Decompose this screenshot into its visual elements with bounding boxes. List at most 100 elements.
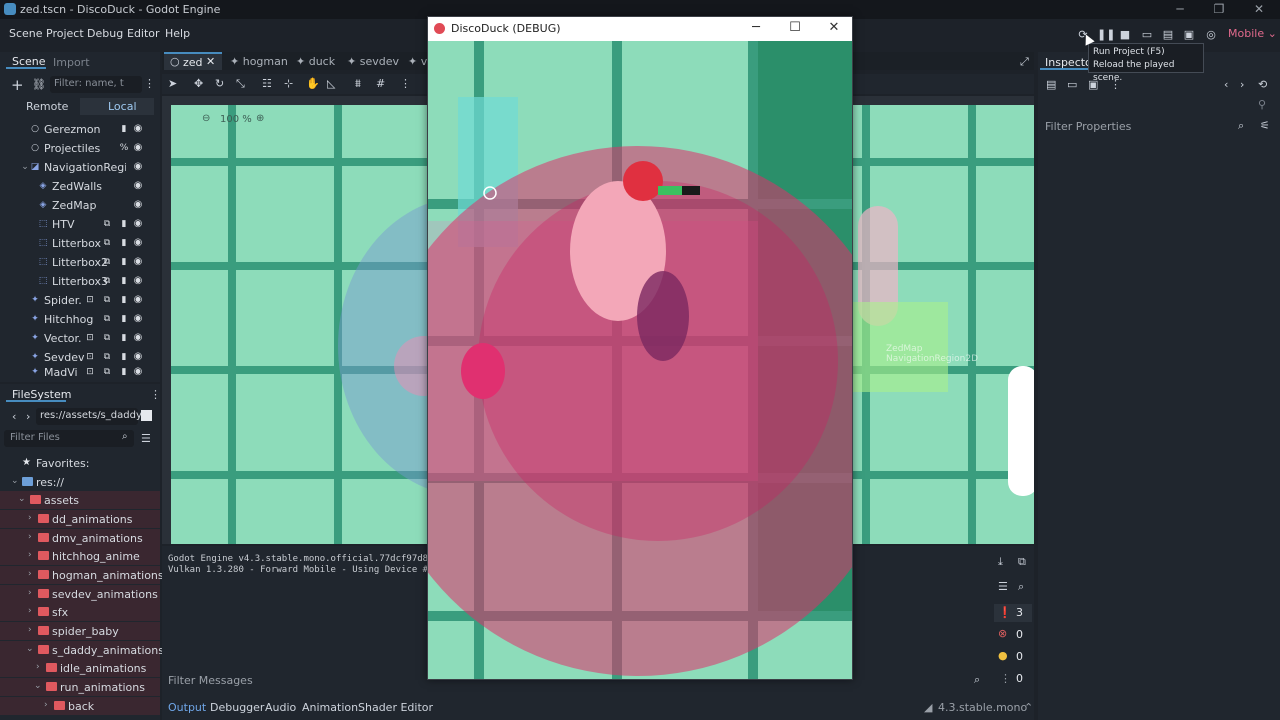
tab-animation[interactable]: Animation <box>302 701 358 714</box>
clear-output-icon[interactable]: ⤓ <box>998 555 1003 569</box>
run-current-scene-icon[interactable]: ▤ <box>1161 28 1175 42</box>
tab-sevdev[interactable]: ✦ sevdev <box>347 55 399 68</box>
renderer-select[interactable]: Mobile ⌄ <box>1228 27 1277 40</box>
open-scene-icon[interactable]: ⊡ <box>84 332 96 344</box>
visibility-eye-icon[interactable]: ◉ <box>132 256 144 268</box>
warnings-filter[interactable]: ● 0 <box>994 648 1032 666</box>
filesystem-tab[interactable]: FileSystem <box>6 386 71 402</box>
new-resource-icon[interactable]: ▤ <box>1046 78 1056 91</box>
remote-debug-icon[interactable]: ▭ <box>1140 28 1154 42</box>
instance-icon[interactable]: ⧉ <box>101 366 113 378</box>
tree-row[interactable]: ○ Gerezmon ▮ ◉ <box>0 120 160 138</box>
forward-arrow-icon[interactable]: › <box>26 410 30 423</box>
pivot-tool-icon[interactable]: ⊹ <box>284 77 293 90</box>
instance-icon[interactable]: ⧉ <box>101 294 113 306</box>
menu-debug[interactable]: Debug <box>87 27 123 40</box>
visibility-eye-icon[interactable]: ◉ <box>132 161 144 173</box>
history-icon[interactable]: ⟲ <box>1258 78 1267 91</box>
tree-row[interactable]: ⌄ ◪ NavigationRegio... ◉ <box>0 158 160 176</box>
visibility-eye-icon[interactable]: ◉ <box>132 351 144 363</box>
zoom-level[interactable]: 100 % <box>220 114 252 125</box>
folder-row[interactable]: › hogman_animations <box>0 566 164 584</box>
history-forward-icon[interactable]: › <box>1240 78 1244 91</box>
filter-files-input[interactable]: Filter Files ⌕ <box>4 430 134 447</box>
run-custom-scene-icon[interactable]: ▣ <box>1182 28 1196 42</box>
visibility-eye-icon[interactable]: ◉ <box>132 123 144 135</box>
instance-icon[interactable]: ⧉ <box>101 275 113 287</box>
copy-output-icon[interactable]: ⧉ <box>1018 555 1026 569</box>
rotate-tool-icon[interactable]: ↻ <box>215 77 224 90</box>
visibility-eye-icon[interactable]: ◉ <box>132 366 144 378</box>
game-debug-window[interactable]: DiscoDuck (DEBUG) ─ ☐ ✕ <box>427 16 853 680</box>
filter-options-icon[interactable]: ⚟ <box>1260 119 1270 132</box>
folder-row[interactable]: ⌄ run_animations <box>0 678 160 696</box>
close-icon[interactable]: ✕ <box>1249 1 1269 17</box>
scene-tab[interactable]: Scene <box>6 54 46 69</box>
folder-row[interactable]: › hitchhog_anime <box>0 547 160 565</box>
instance-icon[interactable]: ⧉ <box>101 218 113 230</box>
visibility-eye-icon[interactable]: ◉ <box>132 294 144 306</box>
restore-icon[interactable]: ❐ <box>1209 1 1229 17</box>
script-icon[interactable]: ▮ <box>118 332 130 344</box>
pause-icon[interactable]: ❚❚ <box>1097 28 1115 42</box>
folder-row[interactable]: › spider_baby <box>0 622 160 640</box>
back-arrow-icon[interactable]: ‹ <box>12 410 16 423</box>
tab-hogman[interactable]: ✦ hogman <box>230 55 288 68</box>
menu-project[interactable]: Project <box>46 27 84 40</box>
tree-row[interactable]: ⬚ Litterbox3 ⧉ ▮ ◉ <box>0 272 160 290</box>
ruler-tool-icon[interactable]: ◺ <box>327 77 335 90</box>
kebab-menu-icon[interactable]: ⋮ <box>150 388 161 401</box>
filter-properties-input[interactable]: Filter Properties ⌕ ⚟ <box>1040 116 1274 136</box>
grid-snap-icon[interactable]: # <box>376 77 385 90</box>
visibility-eye-icon[interactable]: ◉ <box>132 218 144 230</box>
inspector-tab[interactable]: Inspector <box>1040 54 1096 70</box>
tab-audio[interactable]: Audio <box>265 701 296 714</box>
messages-filter[interactable]: ❗ 3 <box>994 604 1032 622</box>
close-tab-icon[interactable]: ✕ <box>206 55 215 68</box>
history-back-icon[interactable]: ‹ <box>1224 78 1228 91</box>
tree-row[interactable]: ✦ Hitchhog ⧉ ▮ ◉ <box>0 310 160 328</box>
script-icon[interactable]: ▮ <box>118 351 130 363</box>
menu-editor[interactable]: Editor <box>127 27 160 40</box>
scene-filter-input[interactable]: Filter: name, t <box>50 76 142 93</box>
tree-row[interactable]: ⬚ Litterbox ⧉ ▮ ◉ <box>0 234 160 252</box>
expand-arrow-icon[interactable]: ⌄ <box>20 162 30 172</box>
maximize-icon[interactable]: ☐ <box>785 20 805 36</box>
instance-icon[interactable]: ⧉ <box>101 351 113 363</box>
instance-icon[interactable]: ⧉ <box>101 237 113 249</box>
sort-icon[interactable]: ☰ <box>141 432 151 445</box>
percent-icon[interactable]: % <box>118 142 130 154</box>
folder-row[interactable]: › dmv_animations <box>0 529 160 547</box>
errors-filter[interactable]: ⊗ 0 <box>994 626 1032 644</box>
minimize-icon[interactable]: ─ <box>746 20 766 36</box>
select-tool-icon[interactable]: ➤ <box>168 77 177 90</box>
visibility-eye-icon[interactable]: ◉ <box>132 142 144 154</box>
tree-row[interactable]: ⬚ HTV ⧉ ▮ ◉ <box>0 215 160 233</box>
folder-row[interactable]: › sevdev_animations <box>0 585 160 603</box>
move-tool-icon[interactable]: ✥ <box>194 77 203 90</box>
script-icon[interactable]: ▮ <box>118 123 130 135</box>
pan-tool-icon[interactable]: ✋ <box>306 77 320 90</box>
zoom-in-icon[interactable]: ⊕ <box>256 113 264 124</box>
visibility-eye-icon[interactable]: ◉ <box>132 332 144 344</box>
open-scene-icon[interactable]: ⊡ <box>84 366 96 378</box>
open-resource-icon[interactable]: ▭ <box>1067 78 1077 91</box>
menu-scene[interactable]: Scene <box>9 27 43 40</box>
game-window-titlebar[interactable]: DiscoDuck (DEBUG) ─ ☐ ✕ <box>428 17 852 41</box>
kebab-menu-icon[interactable]: ⋮ <box>400 77 411 90</box>
instance-icon[interactable]: ⧉ <box>101 332 113 344</box>
kebab-menu-icon[interactable]: ⋮ <box>144 77 155 90</box>
minimize-icon[interactable]: ─ <box>1170 1 1190 17</box>
stop-icon[interactable]: ■ <box>1118 28 1132 42</box>
tree-row[interactable]: ◈ ZedMap ◉ <box>0 196 160 214</box>
scale-tool-icon[interactable]: ⤡ <box>236 77 245 91</box>
split-mode-icon[interactable] <box>141 410 152 421</box>
script-icon[interactable]: ▮ <box>118 366 130 378</box>
game-canvas[interactable] <box>428 41 852 679</box>
instance-icon[interactable]: ⧉ <box>101 256 113 268</box>
list-select-icon[interactable]: ☷ <box>262 77 272 90</box>
folder-row[interactable]: ⌄ assets <box>0 491 160 509</box>
script-icon[interactable]: ▮ <box>118 256 130 268</box>
movie-maker-icon[interactable]: ◎ <box>1204 28 1218 42</box>
favorites-row[interactable]: ★ Favorites: <box>0 454 160 472</box>
